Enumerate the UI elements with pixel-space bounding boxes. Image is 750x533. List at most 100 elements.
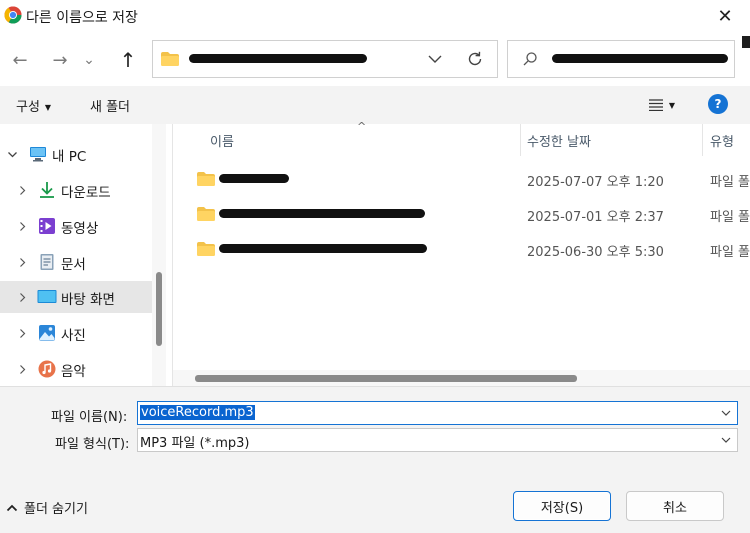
search-input[interactable] <box>552 51 728 66</box>
file-row[interactable]: 2025-07-01 오후 2:37 파일 폴더 <box>173 196 750 231</box>
refresh-icon[interactable] <box>465 49 485 69</box>
save-as-dialog: 다른 이름으로 저장 ✕ ← → ⌄ ↑ 구성 ▼ 새 폴더 ▼ ? 내 PC … <box>0 0 750 533</box>
file-row[interactable]: 2025-06-30 오후 5:30 파일 폴더 <box>173 231 750 266</box>
file-name <box>219 206 425 221</box>
tree-label: 음악 <box>61 364 86 380</box>
redacted-name <box>219 244 427 253</box>
tree-item-desktop[interactable]: 바탕 화면 <box>0 281 152 313</box>
navigation-pane: 내 PC 다운로드 동영상 문서 바탕 화면 사진 음악 <box>0 124 172 386</box>
chevron-right-icon[interactable] <box>16 363 28 375</box>
chevron-right-icon[interactable] <box>16 291 28 303</box>
scrollbar-thumb[interactable] <box>156 272 162 346</box>
folder-icon <box>197 172 215 186</box>
tree-item-documents[interactable]: 문서 <box>0 246 152 278</box>
caret-down-icon: ▼ <box>44 103 52 112</box>
tree-label: 내 PC <box>52 149 87 165</box>
back-arrow-icon: ← <box>12 49 28 71</box>
cancel-button[interactable]: 취소 <box>626 491 724 521</box>
file-name <box>219 241 427 256</box>
chrome-icon <box>4 6 22 24</box>
filetype-value: MP3 파일 (*.mp3) <box>140 436 250 451</box>
command-bar: 구성 ▼ 새 폴더 ▼ ? <box>0 86 750 124</box>
filetype-select[interactable]: MP3 파일 (*.mp3) <box>137 428 738 452</box>
chevron-right-icon[interactable] <box>16 327 28 339</box>
redacted-path <box>189 54 367 63</box>
file-date: 2025-07-07 오후 1:20 <box>527 175 664 190</box>
file-date: 2025-07-01 오후 2:37 <box>527 210 664 225</box>
list-view-icon <box>648 99 663 111</box>
navigation-bar: ← → ⌄ ↑ <box>0 32 750 86</box>
redacted-search-text <box>552 54 728 63</box>
file-type: 파일 폴더 <box>710 245 750 260</box>
tree-item-videos[interactable]: 동영상 <box>0 210 152 242</box>
recent-locations-button[interactable]: ⌄ <box>80 46 98 74</box>
up-button[interactable]: ↑ <box>114 46 142 74</box>
filename-value: voiceRecord.mp3 <box>140 405 255 420</box>
up-arrow-icon: ↑ <box>119 48 137 72</box>
organize-menu[interactable]: 구성 ▼ <box>16 96 51 115</box>
file-type: 파일 폴더 <box>710 210 750 225</box>
chevron-down-icon[interactable] <box>425 49 445 69</box>
document-icon <box>40 254 54 270</box>
chevron-right-icon[interactable] <box>16 184 28 196</box>
tree-label: 다운로드 <box>61 185 111 201</box>
chevron-down-icon[interactable] <box>719 406 733 420</box>
save-options-panel: 파일 이름(N): voiceRecord.mp3 파일 형식(T): MP3 … <box>0 386 750 533</box>
filename-label: 파일 이름(N): <box>51 410 128 425</box>
chevron-up-icon <box>6 504 18 511</box>
scrollbar-thumb[interactable] <box>195 375 577 382</box>
new-folder-button[interactable]: 새 폴더 <box>90 96 130 115</box>
view-options-button[interactable]: ▼ <box>640 94 684 116</box>
column-header-name[interactable]: 이름 <box>210 124 234 156</box>
chevron-right-icon[interactable] <box>16 256 28 268</box>
back-button[interactable]: ← <box>6 46 34 74</box>
folder-icon <box>161 52 179 66</box>
file-date: 2025-06-30 오후 5:30 <box>527 245 664 260</box>
redacted-name <box>219 209 425 218</box>
chevron-down-icon[interactable] <box>719 433 733 447</box>
video-icon <box>39 218 55 234</box>
chevron-right-icon[interactable] <box>16 220 28 232</box>
column-header-date[interactable]: 수정한 날짜 <box>527 124 591 156</box>
pc-icon <box>30 147 46 162</box>
file-name <box>219 171 289 186</box>
chevron-down-icon: ⌄ <box>83 52 95 68</box>
tree-label: 동영상 <box>61 221 99 237</box>
chevron-down-icon[interactable] <box>6 148 18 160</box>
navigation-scrollbar[interactable] <box>152 124 166 386</box>
sort-ascending-icon: ^ <box>357 120 367 133</box>
address-path <box>189 51 367 66</box>
forward-button[interactable]: → <box>46 46 74 74</box>
column-divider[interactable] <box>520 124 521 156</box>
tree-label: 사진 <box>61 328 86 344</box>
column-header-type[interactable]: 유형 <box>710 124 734 156</box>
tree-label: 문서 <box>61 257 86 273</box>
column-divider[interactable] <box>702 124 703 156</box>
address-bar[interactable] <box>152 40 498 78</box>
file-type: 파일 폴더 <box>710 175 750 190</box>
window-edge <box>742 36 750 48</box>
file-list: ^ 이름 수정한 날짜 유형 2025-07-07 오후 1:20 파일 폴더 <box>172 120 750 386</box>
help-icon[interactable]: ? <box>708 94 728 114</box>
close-button[interactable]: ✕ <box>700 0 750 32</box>
save-button[interactable]: 저장(S) <box>513 491 611 521</box>
pictures-icon <box>39 325 55 341</box>
tree-item-pictures[interactable]: 사진 <box>0 317 152 349</box>
title-bar: 다른 이름으로 저장 ✕ <box>0 0 750 32</box>
tree-label: 바탕 화면 <box>61 292 115 308</box>
tree-item-downloads[interactable]: 다운로드 <box>0 174 152 206</box>
download-icon <box>40 182 54 198</box>
folder-icon <box>197 242 215 256</box>
filetype-label: 파일 형식(T): <box>55 437 130 452</box>
tree-item-music[interactable]: 음악 <box>0 353 152 385</box>
hide-folders-toggle[interactable]: 폴더 숨기기 <box>6 498 88 517</box>
tree-item-this-pc[interactable]: 내 PC <box>0 138 152 170</box>
redacted-name <box>219 174 289 183</box>
file-list-horizontal-scrollbar[interactable] <box>173 370 750 386</box>
filename-input[interactable]: voiceRecord.mp3 <box>137 401 738 425</box>
search-icon <box>523 52 537 66</box>
search-box[interactable] <box>507 40 735 78</box>
file-row[interactable]: 2025-07-07 오후 1:20 파일 폴더 <box>173 161 750 196</box>
forward-arrow-icon: → <box>52 49 68 71</box>
folder-icon <box>197 207 215 221</box>
